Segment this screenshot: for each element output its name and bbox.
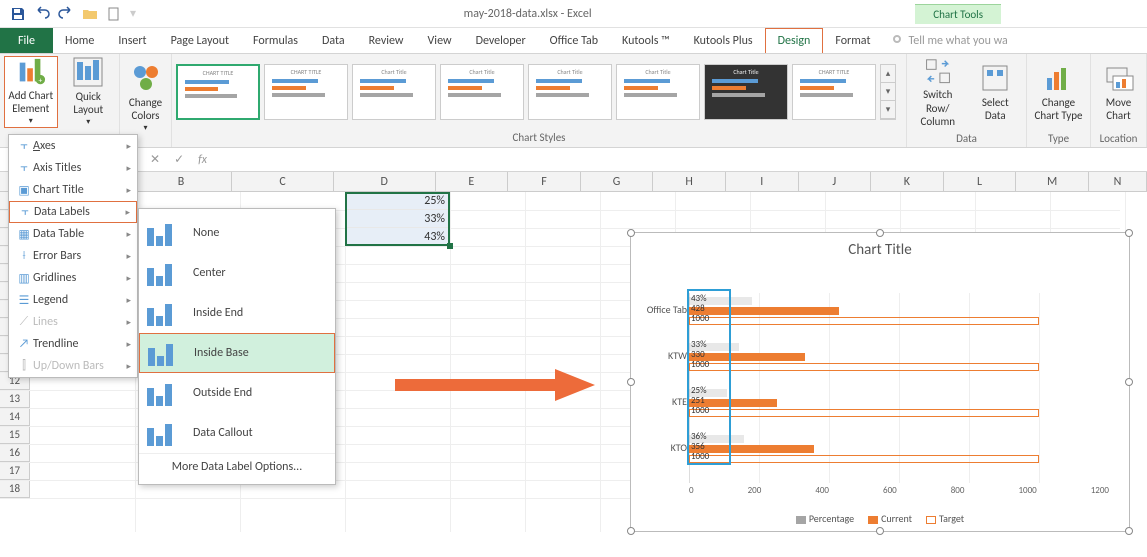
enter-icon: ✓ <box>174 152 184 167</box>
tab-view[interactable]: View <box>416 28 464 53</box>
tell-me-search[interactable]: Tell me what you wa <box>890 28 1007 53</box>
menu-data-table[interactable]: ▦Data Table▸ <box>9 223 137 245</box>
menu-lines: ⟋Lines▸ <box>9 311 137 333</box>
type-group-label: Type <box>1027 130 1090 148</box>
change-chart-type-button[interactable]: Change Chart Type <box>1031 56 1086 128</box>
tab-data[interactable]: Data <box>310 28 357 53</box>
submenu-inside-base[interactable]: Inside Base <box>139 333 335 373</box>
undo-icon[interactable] <box>30 3 54 25</box>
menu-chart-title[interactable]: ▣Chart Title▸ <box>9 179 137 201</box>
menu-axes[interactable]: ⫟AAxesxes▸ <box>9 135 137 157</box>
chart-plot-area[interactable]: Office Tab 43% 428 1000 KTW 33% 330 1000… <box>689 293 1109 483</box>
window-title: may-2018-data.xlsx - Excel <box>140 7 915 21</box>
tab-kutools[interactable]: Kutools ™ <box>610 28 682 53</box>
chart-style-3[interactable]: Chart Title <box>352 64 436 120</box>
redo-icon[interactable] <box>54 3 78 25</box>
cancel-icon: ✕ <box>150 152 160 167</box>
chart-legend[interactable]: Percentage Current Target <box>631 512 1129 525</box>
add-chart-element-button[interactable]: + Add Chart Element▾ <box>4 56 58 128</box>
quick-access-toolbar: ▾ may-2018-data.xlsx - Excel Chart Tools <box>0 0 1147 28</box>
cell-d2[interactable]: 25% <box>345 192 450 210</box>
open-icon[interactable] <box>78 3 102 25</box>
change-colors-button[interactable]: Change Colors▾ <box>124 62 167 134</box>
data-labels-submenu: None Center Inside End Inside Base Outsi… <box>138 208 336 485</box>
move-chart-button[interactable]: Move Chart <box>1095 56 1142 128</box>
chart-tools-contextual-tab: Chart Tools <box>915 4 1001 24</box>
add-chart-element-menu: ⫟AAxesxes▸ ⫟Axis Titles▸ ▣Chart Title▸ ⫟… <box>8 134 138 378</box>
tab-design[interactable]: Design <box>765 28 824 53</box>
tab-kutools-plus[interactable]: Kutools Plus <box>682 28 765 53</box>
chart-x-axis: 020040060080010001200 <box>689 485 1109 496</box>
tab-formulas[interactable]: Formulas <box>241 28 310 53</box>
formula-bar: ✕ ✓ fx <box>0 148 1147 172</box>
submenu-data-callout[interactable]: Data Callout <box>139 413 335 453</box>
submenu-more-options[interactable]: More Data Label Options... <box>139 453 335 480</box>
tab-developer[interactable]: Developer <box>464 28 538 53</box>
embedded-chart[interactable]: Chart Title Office Tab 43% 428 1000 KTW … <box>630 232 1130 532</box>
tab-office-tab[interactable]: Office Tab <box>538 28 610 53</box>
cell-d4[interactable]: 43% <box>345 228 450 246</box>
chart-style-7[interactable]: Chart Title <box>704 64 788 120</box>
submenu-outside-end[interactable]: Outside End <box>139 373 335 413</box>
tab-file[interactable]: File <box>0 28 53 53</box>
new-icon[interactable] <box>102 3 126 25</box>
column-headers: A B C D E F G H I J K L M N <box>0 172 1147 192</box>
tab-home[interactable]: Home <box>53 28 106 53</box>
quick-layout-button[interactable]: Quick Layout▾ <box>62 56 115 128</box>
chart-style-4[interactable]: Chart Title <box>440 64 524 120</box>
chart-styles-scroll[interactable]: ▴▾▾ <box>880 64 896 120</box>
chart-title-text[interactable]: Chart Title <box>631 233 1129 267</box>
data-group-label: Data <box>907 130 1026 148</box>
submenu-none[interactable]: None <box>139 213 335 253</box>
chart-styles-group-label: Chart Styles <box>172 129 906 147</box>
cell-d3[interactable]: 33% <box>345 210 450 228</box>
tab-page-layout[interactable]: Page Layout <box>159 28 241 53</box>
submenu-inside-end[interactable]: Inside End <box>139 293 335 333</box>
menu-axis-titles[interactable]: ⫟Axis Titles▸ <box>9 157 137 179</box>
menu-trendline[interactable]: ↗Trendline▸ <box>9 333 137 355</box>
fx-icon[interactable]: fx <box>198 153 207 167</box>
menu-legend[interactable]: ☰Legend▸ <box>9 289 137 311</box>
tab-insert[interactable]: Insert <box>106 28 158 53</box>
ribbon: + Add Chart Element▾ Quick Layout▾ Chart… <box>0 54 1147 148</box>
select-data-button[interactable]: Select Data <box>969 56 1023 128</box>
menu-updown-bars: ⫿Up/Down Bars▸ <box>9 355 137 377</box>
menu-gridlines[interactable]: ▥Gridlines▸ <box>9 267 137 289</box>
menu-error-bars[interactable]: ⟊Error Bars▸ <box>9 245 137 267</box>
save-icon[interactable] <box>6 3 30 25</box>
menu-data-labels[interactable]: ⫟Data Labels▸ <box>9 201 137 223</box>
chart-style-8[interactable]: CHART TITLE <box>792 64 876 120</box>
tab-format[interactable]: Format <box>823 28 882 53</box>
svg-text:+: + <box>38 76 42 85</box>
submenu-center[interactable]: Center <box>139 253 335 293</box>
chart-style-2[interactable]: CHART TITLE <box>264 64 348 120</box>
chart-style-1[interactable]: CHART TITLE <box>176 64 260 120</box>
explainer-arrow-icon <box>395 365 595 405</box>
chart-style-6[interactable]: Chart Title <box>616 64 700 120</box>
ribbon-tabs: File Home Insert Page Layout Formulas Da… <box>0 28 1147 54</box>
tab-review[interactable]: Review <box>357 28 416 53</box>
chart-style-5[interactable]: Chart Title <box>528 64 612 120</box>
switch-row-column-button[interactable]: Switch Row/ Column <box>911 56 965 128</box>
location-group-label: Location <box>1091 130 1146 148</box>
fill-handle[interactable] <box>447 243 453 249</box>
